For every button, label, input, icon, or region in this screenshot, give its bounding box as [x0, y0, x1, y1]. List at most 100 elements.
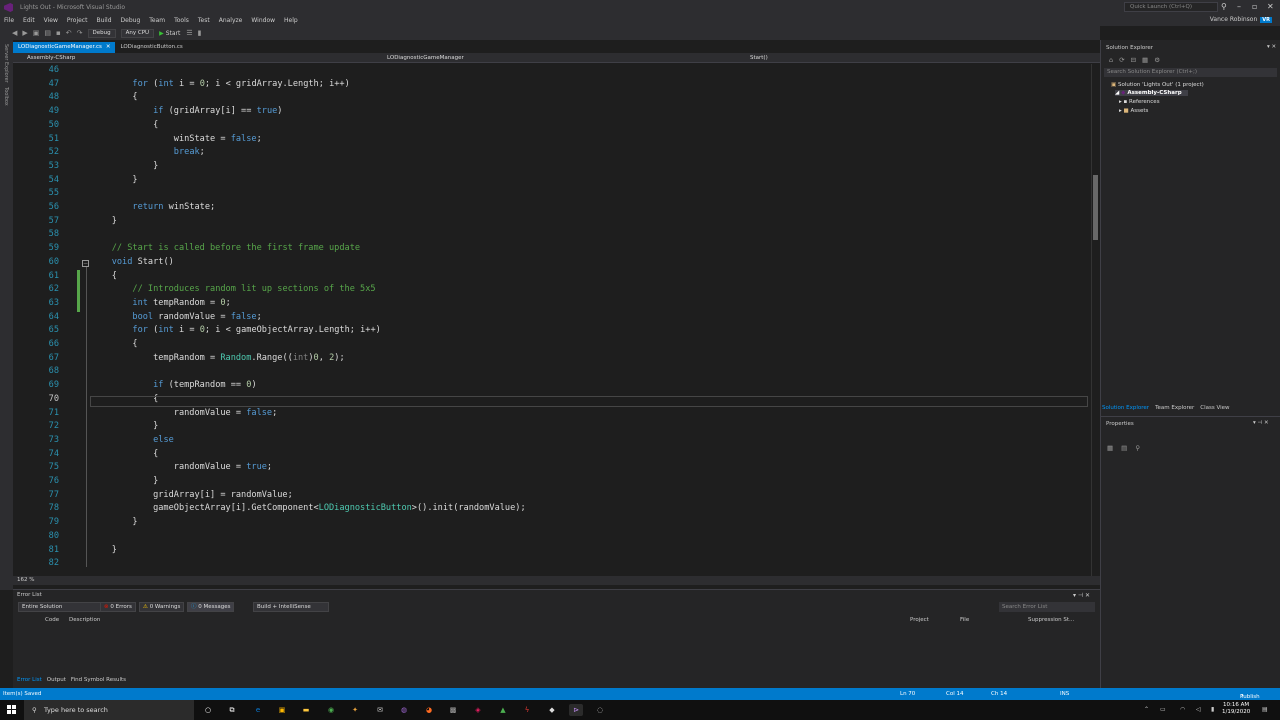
- member-dropdown[interactable]: Start(): [750, 55, 768, 61]
- app-red-icon[interactable]: ϟ: [521, 704, 533, 716]
- menu-help[interactable]: Help: [284, 17, 298, 24]
- code-text[interactable]: else: [91, 434, 174, 448]
- code-line[interactable]: 54 }: [13, 174, 1091, 188]
- code-line[interactable]: 50 {: [13, 119, 1091, 133]
- configuration-select[interactable]: Debug: [87, 28, 116, 38]
- app-purple-icon[interactable]: ◍: [398, 704, 410, 716]
- code-text[interactable]: {: [91, 338, 137, 352]
- start-button[interactable]: ▶ Start: [159, 30, 180, 37]
- app-pink-icon[interactable]: ◈: [472, 704, 484, 716]
- app-green-icon[interactable]: ▲: [497, 704, 509, 716]
- column-description[interactable]: Description: [69, 617, 100, 623]
- code-text[interactable]: }: [91, 544, 117, 558]
- code-line[interactable]: 69 if (tempRandom == 0): [13, 379, 1091, 393]
- code-line[interactable]: 82: [13, 557, 1091, 571]
- visual-studio-taskbar-icon[interactable]: ⊳: [569, 704, 583, 716]
- editor-vertical-scrollbar[interactable]: [1091, 64, 1100, 576]
- code-line[interactable]: 68: [13, 365, 1091, 379]
- code-line[interactable]: 46: [13, 64, 1091, 78]
- collapse-icon[interactable]: −: [82, 260, 89, 267]
- code-line[interactable]: 72 }: [13, 420, 1091, 434]
- menu-file[interactable]: File: [4, 17, 14, 24]
- categorized-icon[interactable]: ▦: [1107, 444, 1113, 452]
- errors-toggle[interactable]: ⊗ 0 Errors: [100, 602, 136, 612]
- tray-expand-icon[interactable]: ⌃: [1144, 706, 1149, 713]
- menu-window[interactable]: Window: [251, 17, 275, 24]
- code-text[interactable]: }: [91, 174, 137, 188]
- code-line[interactable]: 62 // Introduces random lit up sections …: [13, 283, 1091, 297]
- tab-button[interactable]: LODiagnosticButton.cs: [115, 42, 187, 53]
- home-icon[interactable]: ⌂: [1109, 56, 1113, 64]
- code-line[interactable]: 64 bool randomValue = false;: [13, 311, 1091, 325]
- platform-select[interactable]: Any CPU: [120, 28, 155, 38]
- code-text[interactable]: }: [91, 160, 158, 174]
- code-line[interactable]: 47 for (int i = 0; i < gridArray.Length;…: [13, 78, 1091, 92]
- comment-icon[interactable]: ☰: [186, 29, 192, 37]
- messages-toggle[interactable]: ⓘ 0 Messages: [187, 602, 235, 612]
- cortana-icon[interactable]: ○: [202, 704, 214, 716]
- taskbar-clock[interactable]: 10:16 AM 1/19/2020: [1222, 702, 1250, 716]
- tab-solution-explorer[interactable]: Solution Explorer: [1102, 405, 1149, 411]
- code-line[interactable]: 60 void Start(): [13, 256, 1091, 270]
- code-text[interactable]: break;: [91, 146, 205, 160]
- server-explorer-tab[interactable]: Server Explorer: [3, 44, 9, 83]
- close-tab-icon[interactable]: ✕: [106, 44, 111, 50]
- code-text[interactable]: }: [91, 516, 137, 530]
- code-line[interactable]: 58: [13, 228, 1091, 242]
- tab-find-symbol-results[interactable]: Find Symbol Results: [71, 677, 126, 683]
- close-button[interactable]: ✕: [1267, 2, 1274, 11]
- code-line[interactable]: 71 randomValue = false;: [13, 407, 1091, 421]
- app-circle-icon[interactable]: ◌: [594, 704, 606, 716]
- windows-start-icon[interactable]: [7, 705, 17, 715]
- battery-icon[interactable]: ▮: [1211, 706, 1214, 713]
- code-text[interactable]: {: [91, 119, 158, 133]
- collapse-all-icon[interactable]: ⊟: [1131, 56, 1136, 64]
- code-text[interactable]: if (gridArray[i] == true): [91, 105, 282, 119]
- tree-item-solution[interactable]: ▣ Solution 'Lights Out' (1 project): [1111, 82, 1204, 88]
- code-line[interactable]: 80: [13, 530, 1091, 544]
- tree-item-project[interactable]: ◢ ◆ Assembly-CSharp: [1115, 90, 1188, 96]
- code-line[interactable]: 74 {: [13, 448, 1091, 462]
- project-dropdown[interactable]: Assembly-CSharp: [27, 55, 75, 61]
- menu-project[interactable]: Project: [67, 17, 88, 24]
- code-line[interactable]: 79 }: [13, 516, 1091, 530]
- undo-icon[interactable]: ↶: [66, 29, 72, 37]
- user-account[interactable]: Vance Robinson VR: [1210, 16, 1272, 23]
- warnings-toggle[interactable]: ⚠ 0 Warnings: [139, 602, 185, 612]
- code-line[interactable]: 63 int tempRandom = 0;: [13, 297, 1091, 311]
- code-line[interactable]: 73 else: [13, 434, 1091, 448]
- code-text[interactable]: winState = false;: [91, 133, 262, 147]
- firefox-icon[interactable]: ◕: [423, 704, 435, 716]
- code-line[interactable]: 48 {: [13, 91, 1091, 105]
- code-text[interactable]: int tempRandom = 0;: [91, 297, 230, 311]
- notifications-icon[interactable]: ▤: [1262, 706, 1268, 713]
- menu-view[interactable]: View: [44, 17, 58, 24]
- code-text[interactable]: if (tempRandom == 0): [91, 379, 257, 393]
- menu-build[interactable]: Build: [96, 17, 111, 24]
- mail-icon[interactable]: ✉: [374, 704, 386, 716]
- code-line[interactable]: 65 for (int i = 0; i < gameObjectArray.L…: [13, 324, 1091, 338]
- code-line[interactable]: 81 }: [13, 544, 1091, 558]
- chrome-icon[interactable]: ◉: [325, 704, 337, 716]
- redo-icon[interactable]: ↷: [77, 29, 83, 37]
- sync-icon[interactable]: ⟳: [1119, 56, 1124, 64]
- code-text[interactable]: gameObjectArray[i].GetComponent<LODiagno…: [91, 502, 526, 516]
- show-all-files-icon[interactable]: ▦: [1142, 56, 1148, 64]
- code-text[interactable]: return winState;: [91, 201, 215, 215]
- code-text[interactable]: // Start is called before the first fram…: [91, 242, 360, 256]
- code-line[interactable]: 75 randomValue = true;: [13, 461, 1091, 475]
- code-text[interactable]: randomValue = true;: [91, 461, 272, 475]
- code-line[interactable]: 57 }: [13, 215, 1091, 229]
- code-text[interactable]: {: [91, 91, 137, 105]
- code-text[interactable]: void Start(): [91, 256, 174, 270]
- code-line[interactable]: 66 {: [13, 338, 1091, 352]
- tab-output[interactable]: Output: [47, 677, 66, 683]
- open-icon[interactable]: ▤: [44, 29, 51, 37]
- network-icon[interactable]: ▭: [1160, 706, 1166, 713]
- tab-gamemanager[interactable]: LODiagnosticGameManager.cs ✕: [13, 42, 116, 53]
- code-text[interactable]: bool randomValue = false;: [91, 311, 261, 325]
- code-text[interactable]: randomValue = false;: [91, 407, 278, 421]
- file-explorer-icon[interactable]: ▬: [300, 704, 312, 716]
- code-text[interactable]: }: [91, 420, 158, 434]
- bookmark-icon[interactable]: ▮: [198, 29, 202, 37]
